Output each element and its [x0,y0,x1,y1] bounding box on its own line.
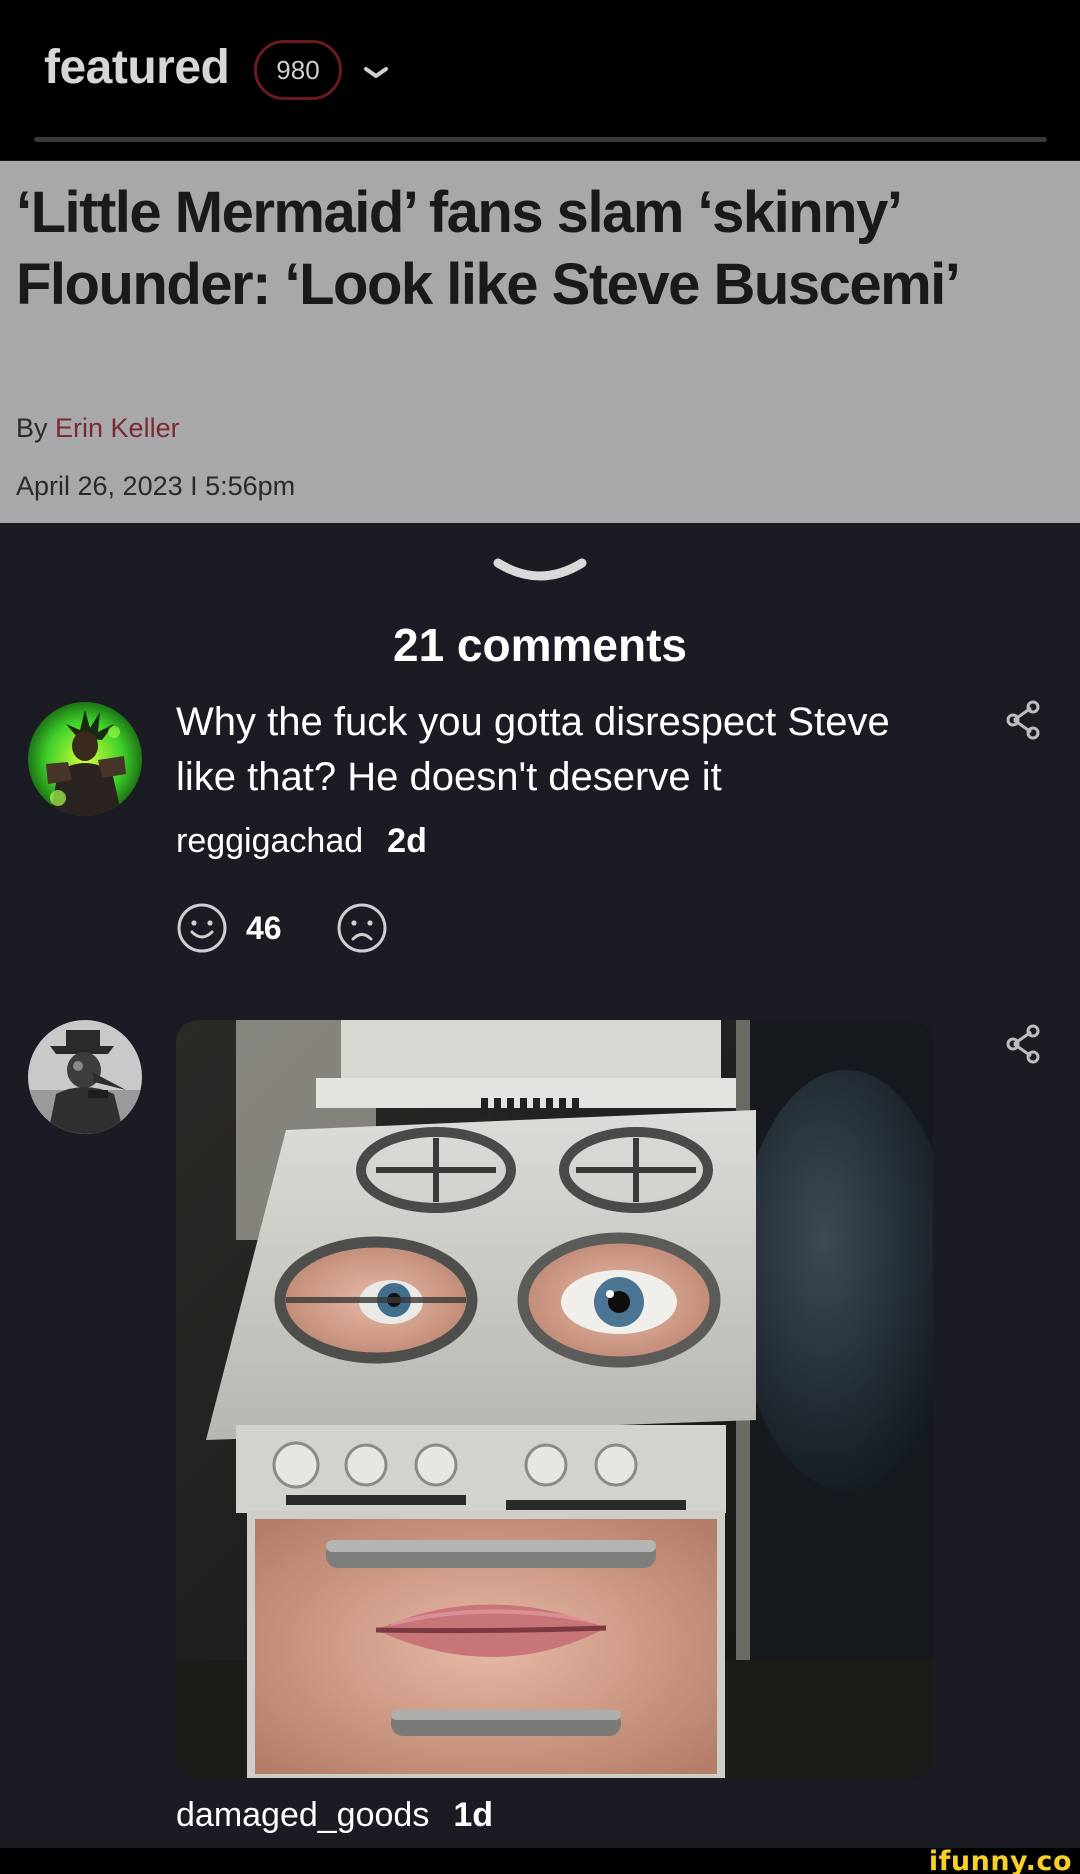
comment-meta: damaged_goods 1d [176,1796,493,1835]
article-author: Erin Keller [55,413,180,443]
ifunny-watermark: ifunny.co [928,1846,1072,1874]
share-icon[interactable] [1005,1024,1041,1064]
chevron-down-icon[interactable] [362,64,390,82]
comment-age: 1d [453,1796,494,1834]
article-screenshot: ‘Little Mermaid’ fans slam ‘skinny’ Flou… [0,161,1080,523]
divider [34,137,1047,142]
plague-doctor-avatar-icon [28,1020,142,1134]
article-date: April 26, 2023 I 5:56pm [16,471,296,501]
bottom-strip [0,1848,1080,1874]
comment-username[interactable]: reggigachad [176,822,363,861]
count-badge: 980 [254,40,342,100]
stove-face-meme-image[interactable] [176,1020,933,1778]
avatar[interactable] [28,702,142,816]
article-headline: ‘Little Mermaid’ fans slam ‘skinny’ Flou… [16,180,961,317]
app-screen: featured 980 ‘Little Mermaid’ fans slam … [0,0,1080,1874]
avatar[interactable] [28,1020,142,1134]
byline-prefix: By [16,413,48,443]
smile-icon[interactable] [176,902,228,954]
vote-row: 46 [176,902,388,954]
frown-icon[interactable] [336,902,388,954]
top-bar: featured 980 [0,0,1080,160]
comments-count-heading: 21 comments [392,619,687,671]
comment-text: Why the fuck you gotta disrespect Steve … [176,700,890,799]
article-byline: By Erin Keller [16,413,180,444]
collapse-chevron-icon[interactable] [490,555,590,591]
stove-image-graphic [176,1020,933,1778]
feed-selector-label[interactable]: featured [44,40,230,95]
green-character-avatar-icon [28,702,142,816]
like-count: 46 [246,909,282,946]
comment-age: 2d [387,822,427,860]
share-icon[interactable] [1005,700,1041,740]
comment-meta: reggigachad 2d [176,822,427,861]
comment-username[interactable]: damaged_goods [176,1796,429,1835]
